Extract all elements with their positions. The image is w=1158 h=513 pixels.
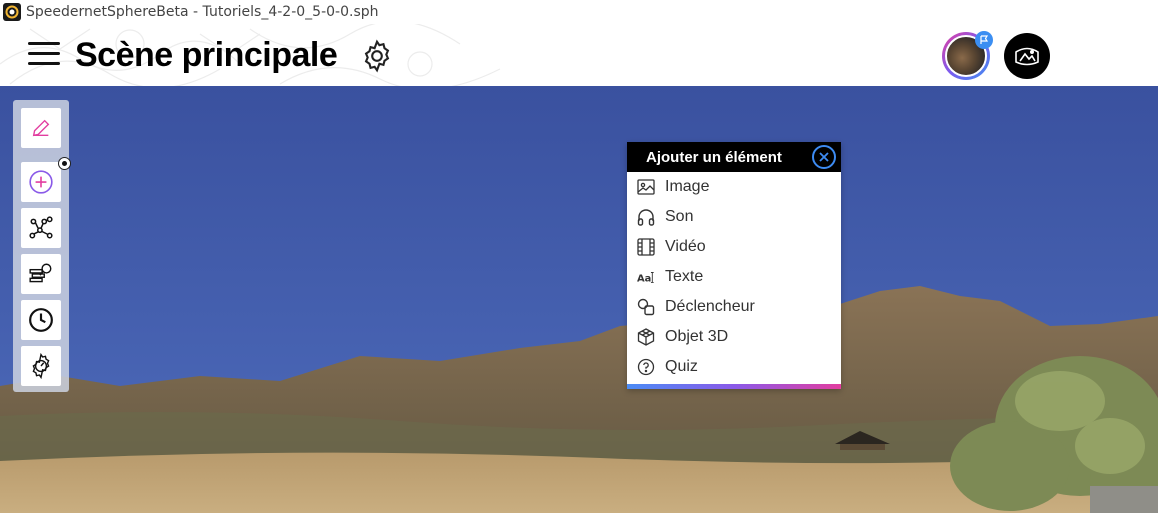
flag-icon bbox=[975, 31, 993, 49]
editor-toolbar bbox=[13, 100, 71, 392]
trigger-shapes-icon bbox=[637, 298, 655, 316]
window-titlebar: SpeedernetSphereBeta - Tutoriels_4-2-0_5… bbox=[0, 0, 1158, 24]
pencil-icon bbox=[32, 119, 50, 137]
search-stack-icon bbox=[29, 263, 52, 283]
active-indicator-dot bbox=[58, 157, 71, 170]
menu-item-declencheur[interactable]: Déclencheur bbox=[627, 292, 841, 322]
menu-item-texte[interactable]: Aa Texte bbox=[627, 262, 841, 292]
panel-title: Ajouter un élément bbox=[646, 148, 782, 166]
question-circle-icon bbox=[637, 358, 655, 376]
panel-header: Ajouter un élément bbox=[627, 142, 841, 172]
panel-accent-bar bbox=[627, 384, 841, 389]
add-element-panel: Ajouter un élément Image Son Vidéo Aa Te… bbox=[627, 142, 841, 389]
scene-graph-tool-button[interactable] bbox=[21, 208, 61, 248]
menu-item-label: Vidéo bbox=[665, 238, 706, 255]
menu-item-label: Image bbox=[665, 178, 710, 195]
page-title: Scène principale bbox=[75, 36, 338, 74]
menu-item-label: Déclencheur bbox=[665, 298, 755, 315]
menu-item-image[interactable]: Image bbox=[627, 172, 841, 202]
search-scenes-tool-button[interactable] bbox=[21, 254, 61, 294]
menu-item-label: Texte bbox=[665, 268, 704, 285]
hamburger-icon bbox=[28, 42, 60, 45]
svg-text:Aa: Aa bbox=[637, 274, 651, 285]
headphones-icon bbox=[637, 208, 655, 226]
menu-item-son[interactable]: Son bbox=[627, 202, 841, 232]
window-title: SpeedernetSphereBeta - Tutoriels_4-2-0_5… bbox=[26, 4, 379, 20]
menu-item-objet-3d[interactable]: Objet 3D bbox=[627, 322, 841, 352]
vr-headset-icon bbox=[1015, 47, 1039, 66]
clock-icon bbox=[29, 308, 53, 332]
image-icon bbox=[637, 178, 655, 196]
close-panel-button[interactable] bbox=[812, 145, 836, 169]
panorama-view[interactable]: Ajouter un élément Image Son Vidéo Aa Te… bbox=[0, 86, 1158, 513]
menu-item-video[interactable]: Vidéo bbox=[627, 232, 841, 262]
menu-item-label: Quiz bbox=[665, 358, 698, 375]
settings-dial-icon bbox=[32, 353, 50, 379]
plus-circle-icon bbox=[29, 170, 53, 194]
app-logo-icon bbox=[3, 3, 21, 21]
close-icon bbox=[819, 152, 829, 162]
film-icon bbox=[637, 238, 655, 256]
text-icon: Aa bbox=[637, 268, 655, 286]
menu-item-quiz[interactable]: Quiz bbox=[627, 352, 841, 382]
nodes-icon bbox=[29, 216, 53, 239]
panorama-image bbox=[0, 86, 1158, 513]
settings-button[interactable] bbox=[359, 38, 395, 74]
menu-item-label: Objet 3D bbox=[665, 328, 729, 345]
edit-tool-button[interactable] bbox=[21, 108, 61, 148]
app-header: Scène principale bbox=[0, 24, 1158, 86]
vr-mode-button[interactable] bbox=[1004, 33, 1050, 79]
history-tool-button[interactable] bbox=[21, 300, 61, 340]
menu-button[interactable] bbox=[28, 42, 60, 68]
cube-icon bbox=[637, 328, 655, 346]
gear-icon bbox=[364, 39, 390, 73]
scene-settings-tool-button[interactable] bbox=[21, 346, 61, 386]
menu-item-label: Son bbox=[665, 208, 694, 225]
add-element-tool-button[interactable] bbox=[21, 157, 71, 202]
